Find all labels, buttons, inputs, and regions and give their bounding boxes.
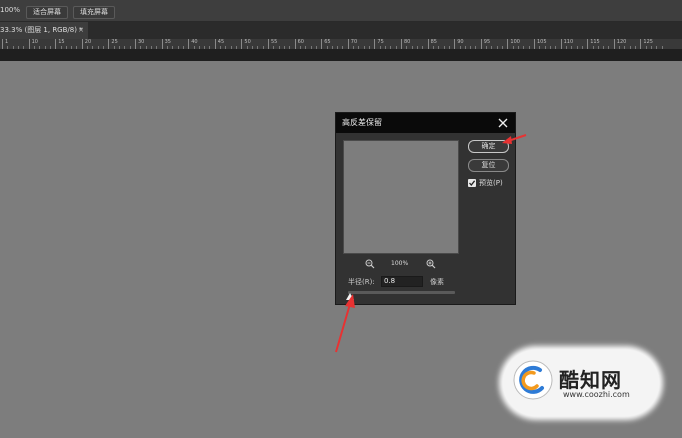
ruler-tick-label: 115: [590, 39, 600, 45]
ruler-tick-label: 65: [324, 39, 331, 45]
close-icon[interactable]: [497, 117, 509, 129]
site-watermark: 酷知网 www.coozhi.com: [503, 350, 659, 416]
fill-screen-button[interactable]: 填充屏幕: [73, 6, 115, 19]
coozhi-logo-icon: [513, 360, 553, 400]
ruler-tick: 60: [294, 39, 304, 49]
ruler-tick-label: 25: [111, 39, 118, 45]
fit-screen-button[interactable]: 适合屏幕: [26, 6, 68, 19]
ruler-tick: 125: [640, 39, 653, 49]
high-pass-dialog: 高反差保留 100% 确定 复位 预览(P) 半径(R): 0.8 像素: [335, 112, 516, 305]
ruler-tick: 90: [454, 39, 464, 49]
ruler-tick: 110: [560, 39, 573, 49]
ok-button[interactable]: 确定: [468, 140, 509, 153]
ruler-tick-label: 1: [5, 39, 9, 45]
ruler-tick: 80: [401, 39, 410, 49]
dialog-title: 高反差保留: [342, 118, 382, 127]
check-icon: [469, 180, 476, 187]
preview-checkbox-label: 预览(P): [479, 179, 503, 187]
document-tab-title: 33.3% (图层 1, RGB/8) *: [0, 26, 83, 34]
ruler-tick: 115: [587, 39, 600, 49]
preview-checkbox[interactable]: [468, 179, 476, 187]
radius-label: 半径(R):: [348, 278, 375, 286]
ruler-tick: 30: [135, 39, 144, 49]
ruler-tick-label: 15: [58, 39, 65, 45]
canvas-top-edge: [0, 49, 682, 61]
zoom-out-icon[interactable]: [365, 259, 375, 269]
ruler-tick: 100: [507, 39, 520, 49]
filter-preview[interactable]: [343, 140, 459, 254]
watermark-url: www.coozhi.com: [563, 390, 630, 399]
ruler-tick: 15: [55, 39, 65, 49]
ruler-tick-label: 55: [271, 39, 278, 45]
radius-input[interactable]: 0.8: [381, 276, 423, 287]
ruler-tick: 70: [347, 39, 357, 49]
ruler-tick: 25: [108, 39, 118, 49]
ruler-tick-label: 85: [430, 39, 437, 45]
ruler-tick-label: 60: [297, 39, 304, 45]
zoom-in-icon[interactable]: [426, 259, 436, 269]
ruler-tick: 50: [241, 39, 251, 49]
ruler-tick-label: 40: [191, 39, 198, 45]
preview-zoom-controls: 100%: [343, 259, 459, 271]
ruler-tick: 10: [28, 39, 38, 49]
ruler-tick-label: 125: [643, 39, 653, 45]
ruler-tick: 40: [188, 39, 198, 49]
ruler-tick-label: 45: [217, 39, 225, 45]
ruler-tick: 85: [427, 39, 437, 49]
ruler-tick: 20: [81, 39, 91, 49]
document-tab[interactable]: 33.3% (图层 1, RGB/8) * ×: [0, 22, 88, 39]
dialog-titlebar[interactable]: 高反差保留: [336, 113, 515, 133]
ruler-tick: 95: [480, 39, 490, 49]
ruler-tick-label: 30: [138, 39, 145, 45]
radius-slider-thumb[interactable]: [346, 293, 355, 300]
radius-row: 半径(R): 0.8 像素: [348, 276, 508, 287]
horizontal-ruler: 1 10 15 20 25 30 35 40 45 50 55 60 65 70 75 80 85 90 95 100…: [0, 39, 682, 49]
ruler-tick-label: 120: [616, 39, 627, 45]
ruler-tick: 65: [321, 39, 331, 49]
ruler-tick-label: 100: [510, 39, 520, 45]
ruler-tick-label: 75: [377, 39, 384, 45]
ruler-tick: 55: [268, 39, 277, 49]
ruler-tick-label: 90: [457, 39, 464, 45]
preview-zoom-percent: 100%: [391, 260, 409, 267]
document-tab-bar: 33.3% (图层 1, RGB/8) * ×: [0, 22, 682, 39]
ruler-tick: 105: [534, 39, 547, 49]
ruler-tick-label: 80: [404, 39, 411, 45]
ruler-tick-label: 10: [31, 39, 38, 45]
options-bar: 100% 适合屏幕 填充屏幕: [0, 0, 682, 22]
reset-button[interactable]: 复位: [468, 159, 509, 172]
ruler-tick-label: 20: [84, 39, 92, 45]
ruler-tick-label: 70: [350, 39, 358, 45]
ruler-tick: 120: [613, 39, 626, 49]
ruler-tick: 45: [214, 39, 224, 49]
ruler-tick-label: 95: [483, 39, 491, 45]
tab-close-icon[interactable]: ×: [78, 22, 84, 39]
ruler-tick: 1: [2, 39, 8, 49]
radius-slider-track[interactable]: [348, 291, 455, 294]
watermark-brand: 酷知网: [559, 368, 622, 392]
ruler-tick-label: 35: [164, 39, 171, 45]
ruler-tick: 75: [374, 39, 384, 49]
ruler-tick: 35: [161, 39, 171, 49]
zoom-value: 100%: [0, 6, 21, 14]
radius-unit: 像素: [430, 278, 444, 286]
ruler-tick-label: 110: [563, 39, 574, 45]
ruler-tick-label: 105: [537, 39, 547, 45]
ruler-tick-label: 50: [244, 39, 251, 45]
